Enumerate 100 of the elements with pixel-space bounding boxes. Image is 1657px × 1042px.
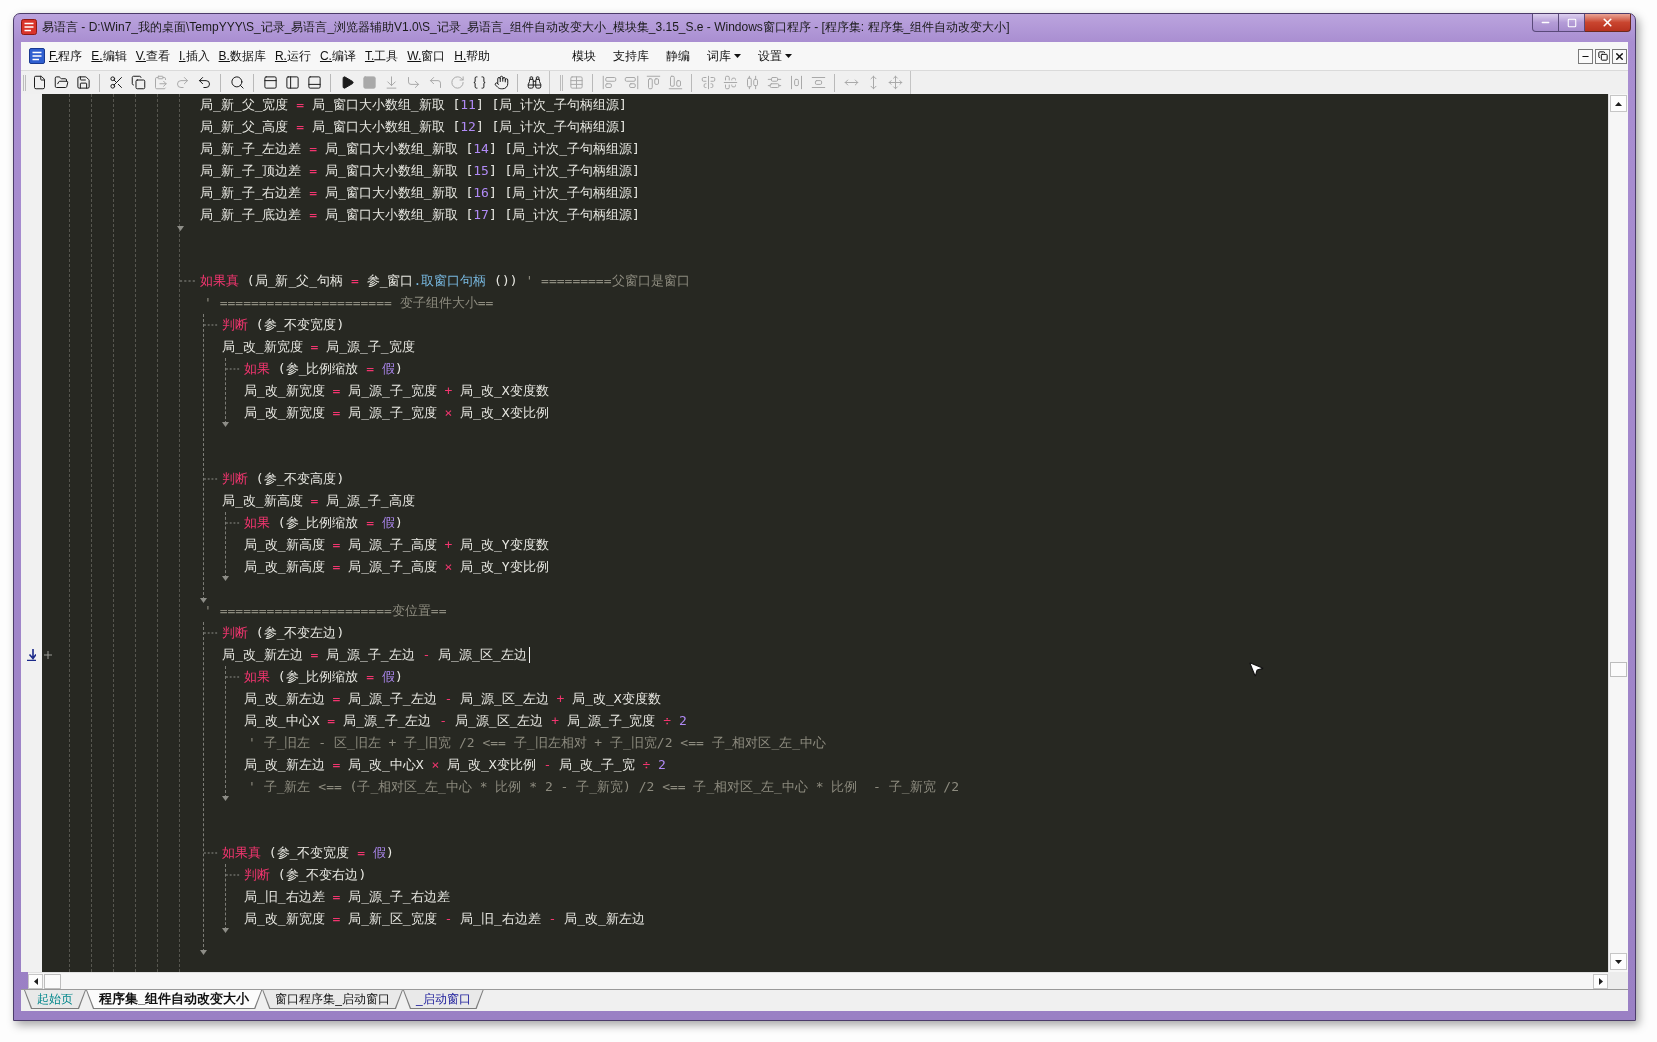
menu-item[interactable]: H.帮助: [452, 47, 493, 65]
scroll-left-button[interactable]: [28, 973, 43, 989]
code-line: 局_改_新宽度 = 局_源_子_宽度 + 局_改_X变度数: [244, 383, 549, 399]
close-button[interactable]: [1612, 48, 1627, 64]
menu-item[interactable]: B.数据库: [216, 47, 268, 65]
comment-line: ' ======================变位置==: [204, 603, 447, 619]
code-line: 局_改_新宽度 = 局_源_子_宽度 × 局_改_X变比例: [244, 405, 549, 421]
scroll-down-button[interactable]: [1610, 953, 1627, 970]
code-line: 局_旧_右边差 = 局_源_子_右边差: [244, 889, 450, 905]
code-line: 判断 (参_不变左边): [222, 625, 345, 641]
code-line: 局_改_新左边 = 局_源_子_左边 - 局_源_区_左边 + 局_改_X变度数: [244, 691, 661, 707]
scrollbar-thumb[interactable]: [44, 973, 61, 989]
menu-item[interactable]: 词库: [707, 47, 742, 65]
flow-connector-icon: [180, 280, 197, 282]
binoculars-icon[interactable]: [526, 75, 542, 90]
code-line: 如果 (参_比例缩放 = 假): [244, 515, 403, 531]
scroll-right-button[interactable]: [1593, 973, 1608, 989]
undo-icon[interactable]: [196, 75, 212, 90]
flow-connector-icon: [226, 522, 241, 524]
triangle-down-icon: [1615, 959, 1622, 964]
code-line: 局_改_新左边 = 局_源_子_左边 - 局_源_区_左边: [222, 647, 530, 663]
flow-end-arrow-icon: [222, 576, 229, 581]
menu-item[interactable]: V.查看: [133, 47, 172, 65]
mouse-pointer-icon: [1247, 660, 1265, 678]
code-line: 局_改_中心X = 局_源_子_左边 - 局_源_区_左边 + 局_源_子_宽度 ÷ 2: [244, 713, 687, 729]
menu-item[interactable]: 模块: [572, 47, 597, 65]
flow-end-arrow-icon: [200, 598, 207, 603]
triangle-up-icon: [1615, 101, 1622, 106]
scrollbar-thumb[interactable]: [1610, 662, 1627, 677]
code-line: 局_改_新高度 = 局_源_子_高度: [222, 493, 415, 509]
code-line: 判断 (参_不变右边): [244, 867, 367, 883]
menu-item[interactable]: T.工具: [362, 47, 401, 65]
minimize-button[interactable]: [1532, 14, 1559, 32]
code-line: 判断 (参_不变高度): [222, 471, 345, 487]
maximize-icon: [1566, 17, 1577, 28]
menu-item[interactable]: F.程序: [47, 47, 85, 65]
folder-icon[interactable]: [53, 75, 69, 90]
play-icon[interactable]: [339, 75, 355, 90]
code-line: 局_新_父_高度 = 局_窗口大小数组_新取 [12] [局_计次_子句柄组源]: [200, 119, 627, 135]
menu-item[interactable]: C.编译: [317, 47, 358, 65]
code-line: 局_改_新左边 = 局_改_中心X × 局_改_X变比例 - 局_改_子_宽 ÷ 2: [244, 757, 666, 773]
code-line: 如果 (参_比例缩放 = 假): [244, 669, 403, 685]
restore-button[interactable]: [1595, 48, 1610, 64]
flow-end-arrow-icon: [222, 422, 229, 427]
minimize-button[interactable]: [1578, 48, 1593, 64]
braces-icon[interactable]: [471, 75, 487, 90]
code-line: 判断 (参_不变宽度): [222, 317, 345, 333]
flow-end-arrow-icon: [222, 796, 229, 801]
maximize-button[interactable]: [1559, 14, 1585, 32]
file-icon[interactable]: [31, 75, 47, 90]
flow-end-arrow-icon: [200, 950, 207, 955]
code-line: 如果真 (局_新_父_句柄 = 参_窗口.取窗口句柄 ()) ' =========父窗口是窗口: [200, 273, 690, 289]
menu-item[interactable]: R.运行: [272, 47, 313, 65]
panel-left-icon[interactable]: [284, 75, 300, 90]
close-icon: [1614, 50, 1625, 62]
flow-connector-icon: [226, 368, 241, 370]
tab[interactable]: _启动窗口: [402, 990, 484, 1009]
copy-icon[interactable]: [130, 75, 146, 90]
panel-top-icon[interactable]: [262, 75, 278, 90]
vertical-scrollbar[interactable]: [1608, 94, 1628, 972]
restore-icon: [1597, 51, 1608, 61]
flow-end-arrow-icon: [222, 928, 229, 933]
tab[interactable]: 程序集_组件自动改变大小: [86, 990, 263, 1009]
menu-item[interactable]: W.窗口: [405, 47, 448, 65]
document-logo-icon: [29, 48, 45, 64]
close-button[interactable]: [1585, 14, 1631, 32]
code-line: 局_改_新宽度 = 局_源_子_宽度: [222, 339, 415, 355]
flow-end-arrow-icon: [177, 226, 184, 231]
flow-connector-icon: [226, 676, 241, 678]
triangle-left-icon: [33, 977, 38, 985]
code-line: 局_新_父_宽度 = 局_窗口大小数组_新取 [11] [局_计次_子句柄组源]: [200, 97, 627, 113]
close-icon: [1601, 16, 1614, 29]
search-icon[interactable]: [229, 75, 245, 90]
hand-icon[interactable]: [493, 75, 509, 90]
menu-item[interactable]: E.编辑: [89, 47, 129, 65]
code-line: 如果真 (参_不变宽度 = 假): [222, 845, 394, 861]
horizontal-scrollbar[interactable]: [28, 972, 1608, 989]
code-line: 局_改_新宽度 = 局_新_区_宽度 - 局_旧_右边差 - 局_改_新左边: [244, 911, 645, 927]
code-line: 局_改_新高度 = 局_源_子_高度 × 局_改_Y变比例: [244, 559, 549, 575]
plus-icon: [44, 651, 52, 659]
menu-item[interactable]: 设置: [758, 47, 793, 65]
panel-bottom-icon[interactable]: [306, 75, 322, 90]
code-line: 局_新_子_顶边差 = 局_窗口大小数组_新取 [15] [局_计次_子句柄组源]: [200, 163, 640, 179]
menu-item[interactable]: I.插入: [176, 47, 212, 65]
code-line: 局_新_子_右边差 = 局_窗口大小数组_新取 [16] [局_计次_子句柄组源]: [200, 185, 640, 201]
save-icon[interactable]: [75, 75, 91, 90]
scissors-icon[interactable]: [108, 75, 124, 90]
window-title: 易语言 - D:\Win7_我的桌面\TempYYY\S_记录_易语言_浏览器辅助V1.0\S_记录_易语言_组件自动改变大小_模块集_3.15_S.e - Windows窗口程序 - [程序集: 程序集_组件自动改变大小]: [42, 19, 1010, 35]
tab[interactable]: 起始页: [24, 990, 86, 1009]
menu-item[interactable]: 静编: [666, 47, 691, 65]
flow-connector-icon: [204, 324, 219, 326]
comment-line: ' 子_新左 <== (子_相对区_左_中心 * 比例 * 2 - 子_新宽) /2 <== 子_相对区_左_中心 * 比例 - 子_新宽 /2: [248, 779, 960, 795]
tab[interactable]: 窗口程序集_启动窗口: [262, 990, 403, 1009]
scroll-up-button[interactable]: [1610, 95, 1627, 112]
app-logo-icon: [21, 19, 37, 35]
flow-connector-icon: [204, 852, 219, 854]
code-line: 局_新_子_底边差 = 局_窗口大小数组_新取 [17] [局_计次_子句柄组源]: [200, 207, 640, 223]
flow-connector-icon: [226, 874, 241, 876]
comment-line: ' ====================== 变子组件大小==: [204, 295, 494, 311]
menu-item[interactable]: 支持库: [613, 47, 650, 65]
